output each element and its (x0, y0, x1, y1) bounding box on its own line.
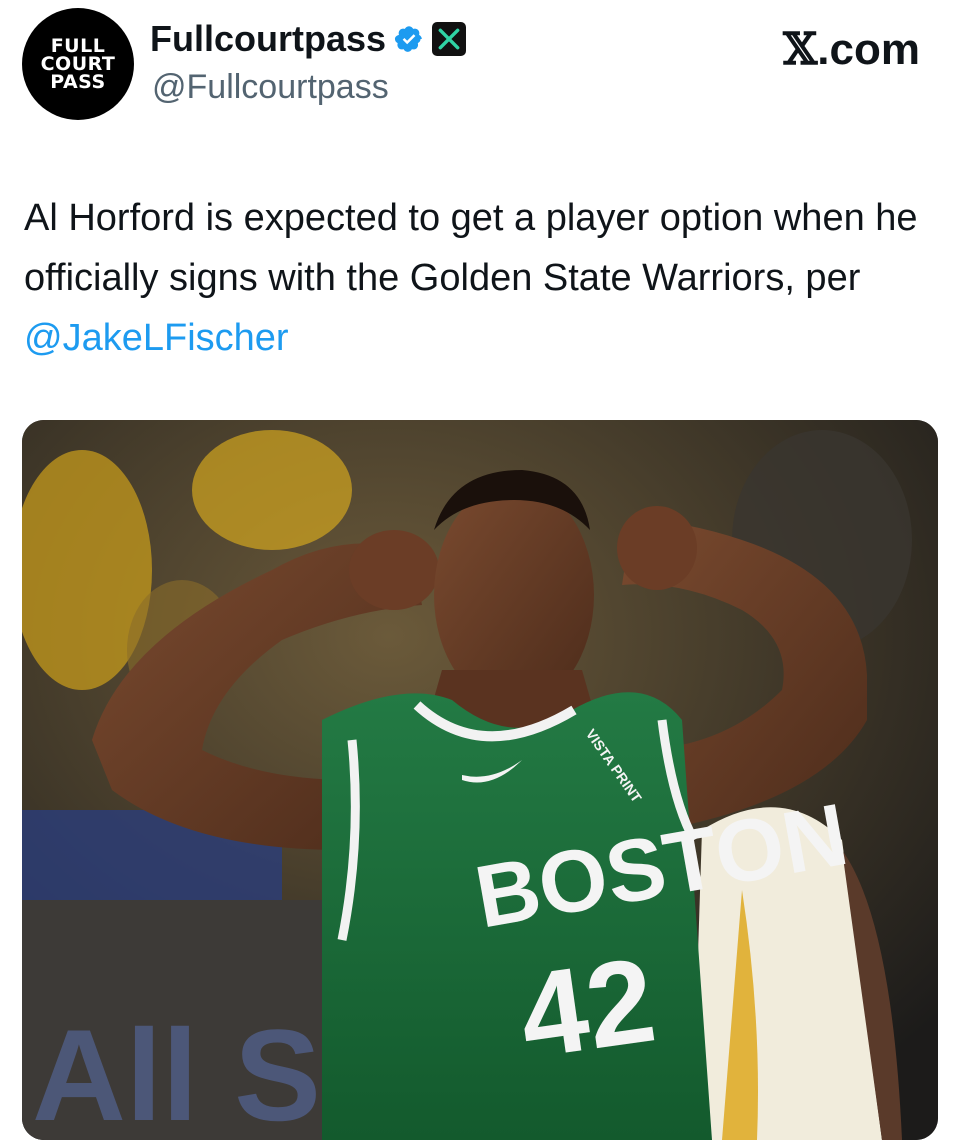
affiliate-badge-icon (432, 22, 467, 56)
tweet-text: Al Horford is expected to get a player o… (24, 188, 934, 368)
mention-link[interactable]: @JakeLFischer (24, 317, 289, 359)
handle[interactable]: @Fullcourtpass (152, 68, 389, 107)
source-watermark: 𝕏 .com (783, 24, 920, 75)
source-domain: .com (817, 25, 920, 74)
avatar-line-3: PASS (50, 71, 106, 94)
avatar[interactable]: FULL COURT PASS (22, 8, 134, 120)
display-name[interactable]: Fullcourtpass (150, 18, 386, 60)
photo-illustration: All Star BOSTON 42 VISTA PRINT (22, 420, 938, 1140)
author-name-row: Fullcourtpass (150, 18, 467, 60)
x-logo-icon: 𝕏 (783, 24, 818, 75)
tweet-body: Al Horford is expected to get a player o… (24, 197, 918, 299)
jersey-number-text: 42 (512, 933, 663, 1084)
tweet-media-image[interactable]: All Star BOSTON 42 VISTA PRINT (22, 420, 938, 1140)
verified-badge-icon (394, 24, 424, 54)
